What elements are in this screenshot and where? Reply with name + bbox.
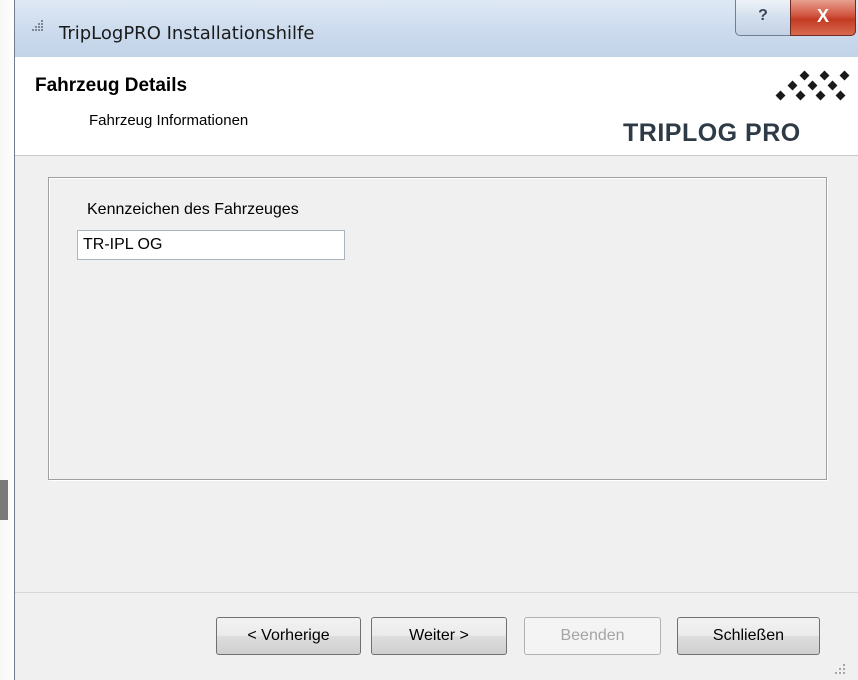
help-button[interactable]: ? — [735, 0, 791, 36]
window-title: TripLogPRO Installationshilfe — [59, 23, 315, 44]
installer-window: TripLogPRO Installationshilfe ? X Fahrze… — [14, 0, 858, 680]
finish-button[interactable]: Beenden — [524, 617, 661, 655]
plate-label: Kennzeichen des Fahrzeuges — [87, 201, 299, 218]
next-button[interactable]: Weiter > — [371, 617, 507, 655]
content-group-box — [48, 177, 827, 480]
resize-grip-icon[interactable] — [833, 662, 847, 676]
page-title: Fahrzeug Details — [35, 75, 188, 96]
close-icon: X — [816, 6, 829, 26]
previous-button[interactable]: < Vorherige — [216, 617, 361, 655]
help-icon: ? — [758, 7, 768, 24]
background-handle — [0, 480, 8, 520]
logo-text: TRIPLOG PRO — [623, 119, 801, 147]
app-icon — [31, 20, 45, 34]
page-subtitle: Fahrzeug Informationen — [89, 112, 249, 129]
wizard-header: Fahrzeug Details Fahrzeug Informationen … — [15, 57, 858, 156]
background-strip — [0, 0, 14, 680]
close-button[interactable]: Schließen — [677, 617, 820, 655]
footer-divider — [15, 592, 858, 593]
title-bar[interactable]: TripLogPRO Installationshilfe ? X — [15, 0, 858, 58]
logo-icon — [743, 68, 853, 104]
license-plate-input[interactable] — [77, 230, 345, 260]
close-window-button[interactable]: X — [790, 0, 856, 36]
